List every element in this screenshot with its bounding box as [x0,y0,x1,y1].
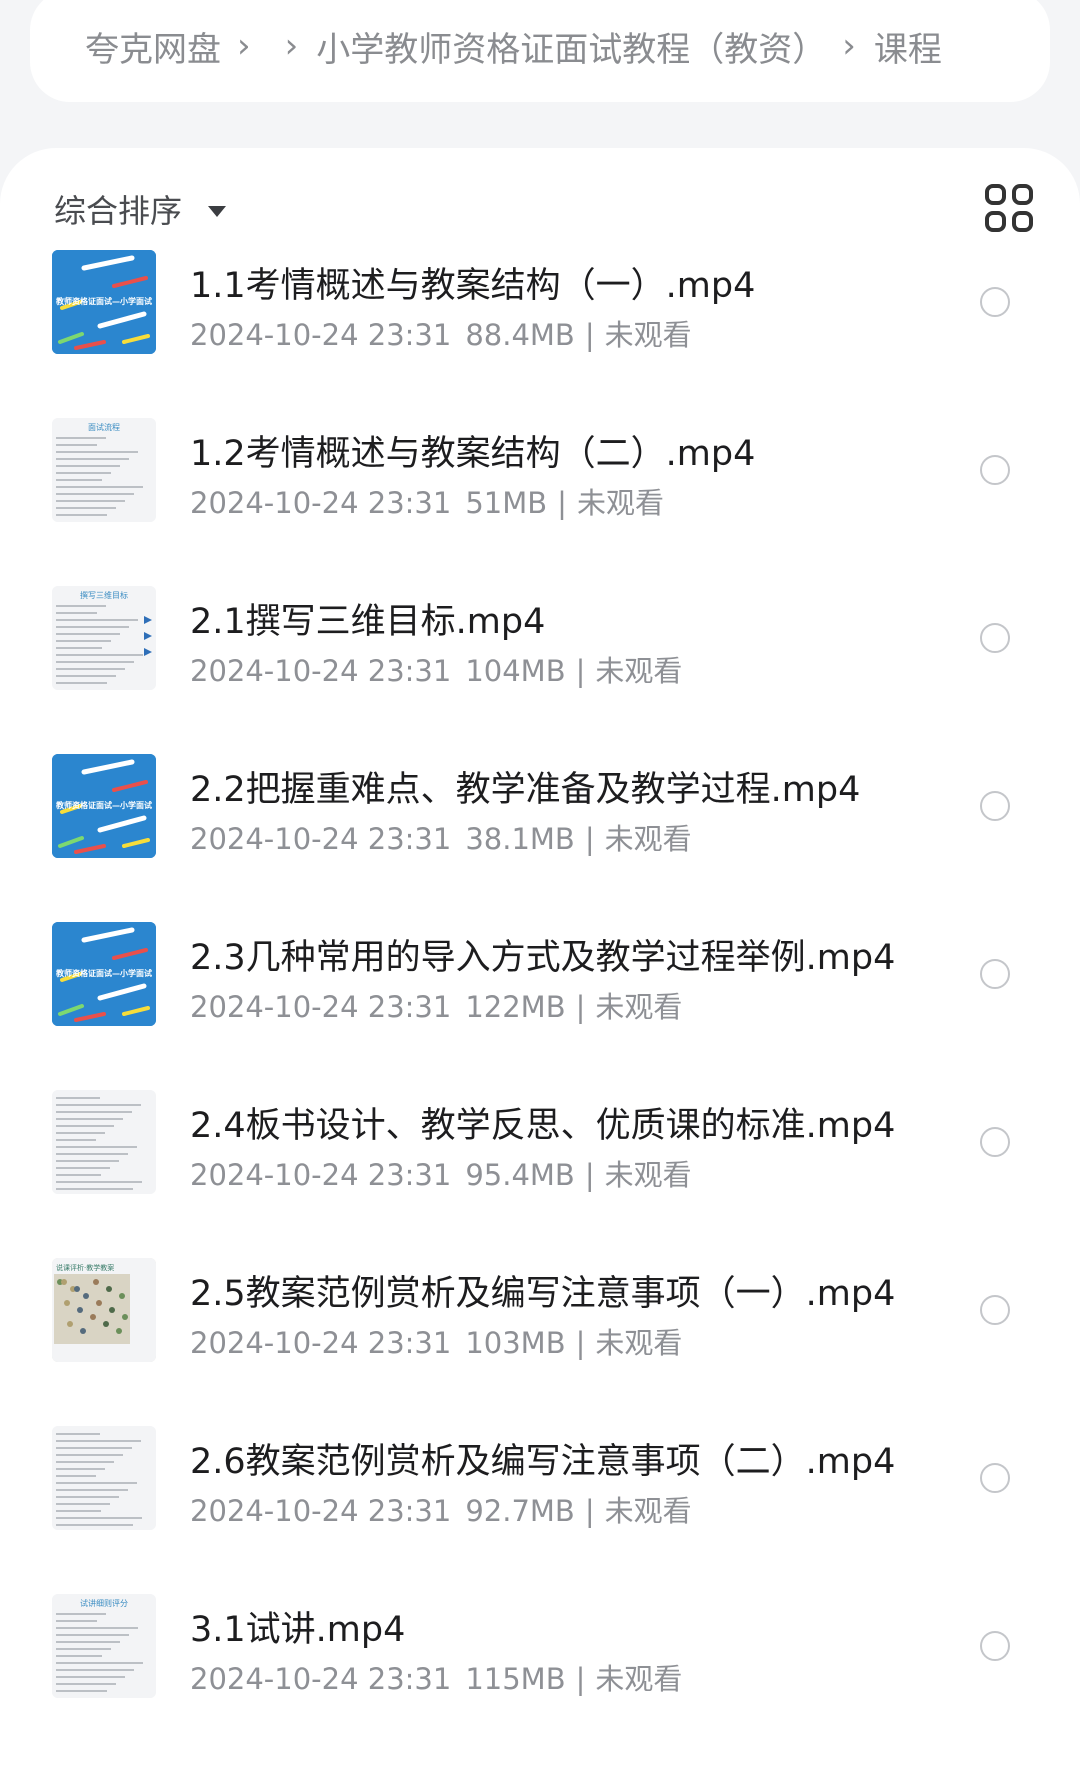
file-name: 3.1试讲.mp4 [190,1610,406,1650]
file-meta: 2024-10-24 23:31 122MB | 未观看 [190,984,682,1026]
watch-status: 未观看 [604,1158,692,1192]
watch-status: 未观看 [595,1326,683,1360]
breadcrumb: 夸克网盘 › › 小学教师资格证面试教程（教资） › 课程 [30,0,1050,102]
breadcrumb-item-folder[interactable]: 小学教师资格证面试教程（教资） [316,22,826,71]
file-row[interactable]: 面试流程 1.2考情概述与教案结构（二）.mp4 2024-10-24 23:31 5… [0,388,1080,556]
svg-text:面试流程: 面试流程 [88,422,120,432]
file-row[interactable]: 撰写三维目标 2.1撰写三维目标.mp4 2024-10-24 23:31 104MB… [0,556,1080,724]
video-thumbnail [52,1426,156,1530]
svg-text:试讲细则评分: 试讲细则评分 [80,1598,128,1608]
svg-text:撰写三维目标: 撰写三维目标 [80,590,128,600]
watch-status: 未观看 [595,654,683,688]
video-thumbnail: 教师资格证面试—小学面试 [52,922,156,1026]
select-radio[interactable] [980,287,1010,317]
breadcrumb-item-current[interactable]: 课程 [874,22,942,71]
video-thumbnail: 面试流程 [52,418,156,522]
file-size: 115MB [465,1662,566,1696]
file-name: 2.1撰写三维目标.mp4 [190,602,546,642]
select-radio[interactable] [980,455,1010,485]
file-meta: 2024-10-24 23:31 104MB | 未观看 [190,648,682,690]
video-thumbnail: 试讲细则评分 [52,1594,156,1698]
file-row[interactable]: 教师资格证面试—小学面试 2.2把握重难点、教学准备及教学过程.mp4 2024-1… [0,724,1080,892]
file-meta: 2024-10-24 23:31 51MB | 未观看 [190,480,664,522]
file-date: 2024-10-24 23:31 [190,486,452,520]
chevron-right-icon: › [237,26,251,66]
watch-status: 未观看 [604,822,692,856]
select-radio[interactable] [980,959,1010,989]
video-thumbnail [52,1090,156,1194]
video-thumbnail: 说课评析·教学教案 [52,1258,156,1362]
select-radio[interactable] [980,1463,1010,1493]
watch-status: 未观看 [576,486,664,520]
select-radio[interactable] [980,1127,1010,1157]
meta-divider: | [575,1326,586,1360]
file-date: 2024-10-24 23:31 [190,1494,452,1528]
file-size: 104MB [465,654,566,688]
file-size: 51MB [465,486,548,520]
svg-text:教师资格证面试—小学面试: 教师资格证面试—小学面试 [55,800,152,810]
file-date: 2024-10-24 23:31 [190,318,452,352]
select-radio[interactable] [980,623,1010,653]
file-meta: 2024-10-24 23:31 95.4MB | 未观看 [190,1152,692,1194]
file-size: 103MB [465,1326,566,1360]
file-meta: 2024-10-24 23:31 115MB | 未观看 [190,1656,682,1698]
file-name: 2.4板书设计、教学反思、优质课的标准.mp4 [190,1106,896,1146]
file-row[interactable]: 教师资格证面试—小学面试 2.3几种常用的导入方式及教学过程举例.mp4 2024-… [0,892,1080,1060]
file-name: 1.1考情概述与教案结构（一）.mp4 [190,266,756,306]
svg-text:教师资格证面试—小学面试: 教师资格证面试—小学面试 [55,296,152,306]
file-size: 95.4MB [465,1158,575,1192]
file-name: 2.5教案范例赏析及编写注意事项（一）.mp4 [190,1274,896,1314]
file-meta: 2024-10-24 23:31 103MB | 未观看 [190,1320,682,1362]
file-date: 2024-10-24 23:31 [190,822,452,856]
watch-status: 未观看 [595,990,683,1024]
svg-text:说课评析·教学教案: 说课评析·教学教案 [56,1263,114,1272]
meta-divider: | [575,990,586,1024]
file-date: 2024-10-24 23:31 [190,1158,452,1192]
file-size: 92.7MB [465,1494,575,1528]
file-meta: 2024-10-24 23:31 92.7MB | 未观看 [190,1488,692,1530]
file-size: 38.1MB [465,822,575,856]
select-radio[interactable] [980,1295,1010,1325]
svg-text:教师资格证面试—小学面试: 教师资格证面试—小学面试 [55,968,152,978]
meta-divider: | [584,318,595,352]
chevron-right-icon: › [842,26,856,66]
chevron-right-icon: › [284,26,299,66]
video-thumbnail: 教师资格证面试—小学面试 [52,250,156,354]
file-list-panel: 综合排序 教师资格证面试—小学面试 1.1考情概述与教案结构（一）.mp4 2024… [0,148,1080,1788]
file-date: 2024-10-24 23:31 [190,990,452,1024]
watch-status: 未观看 [604,318,692,352]
file-row[interactable]: 2.6教案范例赏析及编写注意事项（二）.mp4 2024-10-24 23:31 9… [0,1396,1080,1564]
file-meta: 2024-10-24 23:31 38.1MB | 未观看 [190,816,692,858]
meta-divider: | [557,486,567,520]
caret-down-icon [208,205,227,217]
select-radio[interactable] [980,791,1010,821]
meta-divider: | [584,1158,595,1192]
meta-divider: | [584,822,595,856]
file-date: 2024-10-24 23:31 [190,1662,452,1696]
file-name: 2.3几种常用的导入方式及教学过程举例.mp4 [190,938,896,978]
video-thumbnail: 撰写三维目标 [52,586,156,690]
file-meta: 2024-10-24 23:31 88.4MB | 未观看 [190,312,692,354]
file-size: 88.4MB [465,318,575,352]
file-name: 1.2考情概述与教案结构（二）.mp4 [190,434,756,474]
file-row[interactable]: 2.4板书设计、教学反思、优质课的标准.mp4 2024-10-24 23:31 9… [0,1060,1080,1228]
file-row[interactable]: 说课评析·教学教案 2.5教案范例赏析及编写注意事项（一）.mp4 2024-10-… [0,1228,1080,1396]
meta-divider: | [584,1494,595,1528]
file-date: 2024-10-24 23:31 [190,1326,452,1360]
breadcrumb-item-root[interactable]: 夸克网盘 [85,22,221,71]
video-thumbnail: 教师资格证面试—小学面试 [52,754,156,858]
file-name: 2.2把握重难点、教学准备及教学过程.mp4 [190,770,861,810]
watch-status: 未观看 [595,1662,683,1696]
file-row[interactable]: 教师资格证面试—小学面试 1.1考情概述与教案结构（一）.mp4 2024-10-2… [0,220,1080,388]
file-size: 122MB [465,990,566,1024]
select-radio[interactable] [980,1631,1010,1661]
file-row[interactable]: 试讲细则评分 3.1试讲.mp4 2024-10-24 23:31 115MB | 未观看 [0,1564,1080,1732]
watch-status: 未观看 [604,1494,692,1528]
meta-divider: | [575,1662,586,1696]
meta-divider: | [575,654,586,688]
file-name: 2.6教案范例赏析及编写注意事项（二）.mp4 [190,1442,896,1482]
file-date: 2024-10-24 23:31 [190,654,452,688]
